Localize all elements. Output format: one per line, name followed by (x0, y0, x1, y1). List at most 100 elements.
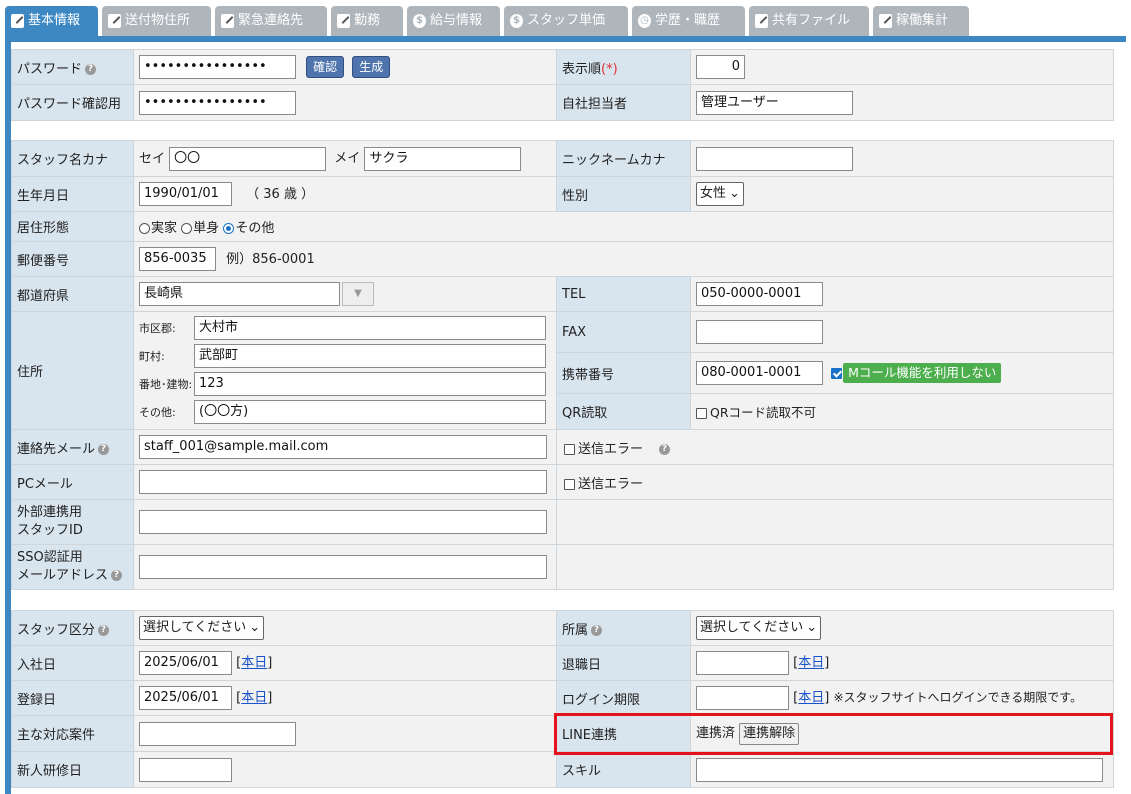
password-confirm-input[interactable]: •••••••••••••••• (139, 90, 296, 115)
login-input[interactable] (696, 686, 789, 710)
clock-icon: ◷ (638, 14, 651, 28)
help-icon[interactable]: ? (111, 570, 123, 581)
street-input[interactable]: 123 (194, 372, 546, 396)
line-unlink-button[interactable]: 連携解除 (739, 722, 800, 745)
affiliation-label: 所属? (556, 610, 691, 646)
other-input[interactable]: (〇〇方) (194, 400, 546, 424)
login-label: ログイン期限 (556, 680, 691, 716)
town-input[interactable]: 武部町 (194, 344, 546, 368)
pc-mail-label: PCメール (11, 464, 134, 500)
profile-table: スタッフ名カナ セイ 〇〇 メイ サクラ ニックネームカナ 生年月日 1990/… (11, 140, 1114, 590)
mei-label: メイ (334, 151, 361, 166)
training-label: 新人研修日 (11, 751, 134, 788)
mcall-checkbox[interactable] (831, 367, 843, 379)
dollar-icon: $ (413, 14, 426, 28)
password-input[interactable]: •••••••••••••••• (139, 55, 296, 79)
send-error-checkbox[interactable] (564, 443, 575, 455)
kana-label: スタッフ名カナ (11, 140, 134, 177)
pen-icon (755, 14, 768, 28)
help-icon[interactable]: ? (591, 624, 603, 636)
tab-label: 給与情報 (430, 13, 483, 28)
gender-label: 性別 (556, 176, 691, 212)
postal-input[interactable]: 856-0035 (139, 247, 216, 271)
nickname-input[interactable] (696, 146, 853, 171)
skill-label: スキル (556, 751, 691, 788)
pref-label: 都道府県 (11, 276, 134, 312)
contact-mail-input[interactable]: staff_001@sample.mail.com (139, 435, 547, 459)
tab-1[interactable]: 送付物住所 (102, 6, 211, 36)
send-error-label: 送信エラー (578, 441, 644, 457)
ext-id-input[interactable] (139, 510, 547, 534)
cases-label: 主な対応案件 (11, 715, 134, 752)
sei-label: セイ (139, 151, 166, 166)
manager-input[interactable]: 管理ユーザー (696, 90, 853, 115)
street-label: 番地･建物: (139, 377, 193, 391)
order-input[interactable]: 0 (696, 55, 745, 79)
fax-label: FAX (556, 311, 691, 353)
cases-input[interactable] (139, 721, 296, 746)
pc-mail-input[interactable] (139, 470, 547, 494)
skill-input[interactable] (696, 757, 1103, 782)
ext-id-label: 外部連携用 スタッフID (11, 499, 134, 545)
radio-home[interactable] (139, 223, 150, 234)
tab-4[interactable]: $ 給与情報 (407, 6, 500, 36)
radio-home-label: 実家 (151, 221, 178, 236)
tab-5[interactable]: $ スタッフ単価 (504, 6, 628, 36)
radio-single[interactable] (181, 223, 193, 234)
account-table: パスワード? •••••••••••••••• 確認 生成 表示順(*) 0 パ… (11, 49, 1114, 121)
help-icon[interactable]: ? (85, 63, 97, 75)
dollar-icon: $ (510, 14, 523, 28)
join-label: 入社日 (11, 645, 134, 681)
radio-other[interactable] (223, 223, 235, 234)
qr-checkbox[interactable] (696, 408, 707, 419)
gender-select[interactable]: 女性 (696, 182, 744, 206)
password-confirm-label: パスワード確認用 (11, 84, 134, 121)
tab-3[interactable]: 勤務 (331, 6, 403, 36)
pen-icon (879, 14, 892, 28)
mobile-input[interactable]: 080-0001-0001 (696, 361, 823, 385)
category-select[interactable]: 選択してください (139, 616, 265, 640)
postal-label: 郵便番号 (11, 241, 134, 277)
sei-input[interactable]: 〇〇 (169, 146, 327, 171)
tab-6[interactable]: ◷ 学歴・職歴 (632, 6, 745, 36)
age-text: （ 36 歳 ） (246, 186, 315, 202)
login-note: ※スタッフサイトへログインできる期限です。 (833, 690, 1083, 705)
tab-label: 稼働集計 (896, 13, 949, 28)
help-icon[interactable]: ? (98, 443, 110, 455)
tab-7[interactable]: 共有ファイル (749, 6, 869, 36)
training-input[interactable] (139, 757, 232, 782)
generate-button[interactable]: 生成 (352, 56, 391, 78)
tab-label: 基本情報 (28, 13, 81, 28)
sso-label: SSO認証用 メールアドレス? (11, 544, 134, 590)
mei-input[interactable]: サクラ (364, 146, 522, 171)
birth-input[interactable]: 1990/01/01 (139, 182, 232, 206)
tab-0[interactable]: 基本情報 (5, 6, 98, 36)
tab-label: 共有ファイル (772, 13, 851, 28)
retire-input[interactable] (696, 651, 789, 675)
help-icon[interactable]: ? (659, 443, 671, 455)
login-today-link[interactable]: 本日 (798, 691, 824, 706)
pc-send-error-checkbox[interactable] (564, 478, 575, 490)
tel-input[interactable]: 050-0000-0001 (696, 282, 823, 306)
sso-input[interactable] (139, 555, 547, 579)
pref-input[interactable]: 長崎県 (139, 282, 340, 306)
register-label: 登録日 (11, 680, 134, 716)
line-status: 連携済 (696, 726, 736, 742)
pen-icon (221, 14, 234, 28)
tab-8[interactable]: 稼働集計 (873, 6, 969, 36)
retire-today-link[interactable]: 本日 (798, 656, 824, 671)
pc-send-error-label: 送信エラー (578, 476, 644, 492)
join-input[interactable]: 2025/06/01 (139, 651, 232, 675)
affiliation-select[interactable]: 選択してください (696, 616, 822, 640)
tab-label: 勤務 (354, 13, 381, 28)
help-icon[interactable]: ? (98, 624, 110, 636)
tab-2[interactable]: 緊急連絡先 (215, 6, 327, 36)
fax-input[interactable] (696, 320, 823, 344)
register-input[interactable]: 2025/06/01 (139, 686, 232, 710)
register-today-link[interactable]: 本日 (241, 691, 267, 706)
join-today-link[interactable]: 本日 (241, 656, 267, 671)
confirm-button[interactable]: 確認 (306, 56, 345, 78)
pref-dropdown-button[interactable]: ▼ (342, 282, 374, 306)
pen-icon (11, 14, 24, 28)
city-input[interactable]: 大村市 (194, 316, 546, 340)
